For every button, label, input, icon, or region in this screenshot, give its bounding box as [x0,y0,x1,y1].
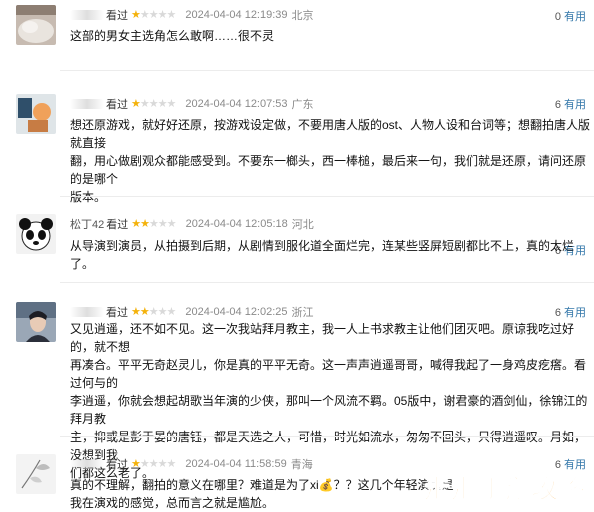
review-location: 青海 [290,459,313,471]
review-date: 2024-04-04 12:19:39 [185,9,288,21]
star-empty-icon: ★ [139,97,150,110]
review-content: 这部的男女主选角怎么敢啊……很不灵 [70,27,590,45]
watermark-logo: 走走手游攻略 [423,474,586,505]
review-content-line: 再凑合。平平无奇赵灵儿，你是真的平平无奇。这一声声逍遥哥哥，喊得我起了一身鸡皮疙… [70,358,587,390]
useful-button[interactable]: 有用 [564,307,586,319]
review-content: 从导演到演员，从拍摄到后期，从剧情到服化道全面烂完，连某些竖屏短剧都比不上，真的… [70,237,590,273]
star-rating: ★ ★ ★ ★ ★ [131,457,177,470]
star-filled-icon: ★ [131,305,141,318]
review-location: 河北 [291,219,314,231]
review-content-line: 李逍遥，你就会想起胡歌当年演的少侠，那叫一个风流不羁。05版中，谢君豪的酒剑仙，… [70,394,588,426]
useful-button[interactable]: 有用 [564,11,586,23]
star-empty-icon: ★ [166,97,177,110]
review-date: 2024-04-04 12:02:25 [185,306,288,318]
star-rating: ★ ★ ★ ★ ★ [131,217,177,230]
avatar[interactable] [16,454,56,494]
star-empty-icon: ★ [157,8,168,21]
username-blurred [70,459,104,469]
star-empty-icon: ★ [166,8,177,21]
avatar[interactable] [16,302,56,342]
review-location: 广东 [291,99,314,111]
review-item: 看过 ★ ★ ★ ★ ★ 2024-04-04 12:07:53 广东 6 有用 想还原游… [0,86,594,204]
avatar[interactable] [16,5,56,45]
review-content-line: 想还原游戏，就好好还原，按游戏设定做，不要用唐人版的ost、人物人设和台词等；想… [70,118,591,150]
username-blurred [70,307,104,317]
username-blurred [70,99,104,109]
divider [60,282,594,283]
review-location: 北京 [291,10,314,22]
review-meta: 看过 ★ ★ ★ ★ ★ 2024-04-04 12:07:53 广东 [70,96,314,112]
avatar[interactable] [16,94,56,134]
username-blurred [70,10,104,20]
useful-button[interactable]: 有用 [564,99,586,111]
divider [60,436,594,437]
watched-label: 看过 [106,219,129,231]
star-rating: ★ ★ ★ ★ ★ [131,8,177,21]
useful-count: 6 [554,307,561,319]
avatar[interactable] [16,214,56,254]
useful-vote[interactable]: 6 有用 [555,96,586,112]
star-empty-icon: ★ [157,457,168,470]
star-empty-icon: ★ [157,97,168,110]
divider [60,70,594,71]
review-item: 松丁42 看过 ★ ★ ★ ★ ★ 2024-04-04 12:05:18 河北 6 有用… [0,206,594,276]
review-content-line: 又见逍遥，还不如不见。这一次我站拜月教主，我一人上书求教主让他们团灭吧。原谅我吃… [70,322,575,354]
star-empty-icon: ★ [149,217,159,230]
review-content-line: 从导演到演员，从拍摄到后期，从剧情到服化道全面烂完，连某些竖屏短剧都比不上，真的… [70,239,575,271]
star-empty-icon: ★ [139,457,150,470]
star-rating: ★ ★ ★ ★ ★ [131,305,177,318]
useful-count: 6 [554,99,561,111]
review-location: 浙江 [291,307,314,319]
star-filled-icon: ★ [140,217,150,230]
star-empty-icon: ★ [166,457,177,470]
star-empty-icon: ★ [148,8,159,21]
review-content-line: 这部的男女主选角怎么敢啊……很不灵 [70,29,275,43]
star-filled-icon: ★ [131,97,141,110]
username[interactable]: 松丁42 [70,216,104,232]
star-filled-icon: ★ [131,8,141,21]
review-date: 2024-04-04 11:58:59 [185,458,287,470]
useful-vote[interactable]: 6 有用 [555,304,586,320]
review-meta: 松丁42 看过 ★ ★ ★ ★ ★ 2024-04-04 12:05:18 河北 [70,216,314,232]
useful-vote[interactable]: 0 有用 [555,8,586,24]
review-item: 看过 ★ ★ ★ ★ ★ 2024-04-04 12:19:39 北京 0 有用 这部的男… [0,0,594,68]
star-empty-icon: ★ [148,457,159,470]
star-rating: ★ ★ ★ ★ ★ [131,97,177,110]
review-date: 2024-04-04 12:05:18 [185,218,288,230]
watched-label: 看过 [106,99,128,111]
review-meta: 看过 ★ ★ ★ ★ ★ 2024-04-04 12:19:39 北京 [70,7,314,23]
review-meta: 看过 ★ ★ ★ ★ ★ 2024-04-04 12:02:25 浙江 [70,304,314,320]
star-empty-icon: ★ [157,217,168,230]
review-date: 2024-04-04 12:07:53 [185,98,288,110]
review-content-line: 版本。 [70,190,107,204]
review-meta: 看过 ★ ★ ★ ★ ★ 2024-04-04 11:58:59 青海 [70,456,313,472]
watched-label: 看过 [106,307,128,319]
star-empty-icon: ★ [148,305,159,318]
star-empty-icon: ★ [157,305,168,318]
review-content-line: 翻，用心做剧观众都能感受到。不要东一榔头，西一棒槌，最后来一句，我们就是还原，请… [70,154,587,186]
watched-label: 看过 [106,10,128,22]
star-empty-icon: ★ [166,217,177,230]
divider [60,196,594,197]
watched-label: 看过 [106,459,128,471]
review-content: 想还原游戏，就好好还原，按游戏设定做，不要用唐人版的ost、人物人设和台词等；想… [70,116,590,206]
star-filled-icon: ★ [131,457,141,470]
useful-count: 0 [554,11,561,23]
star-empty-icon: ★ [148,97,159,110]
star-empty-icon: ★ [166,305,177,318]
star-filled-icon: ★ [139,305,150,318]
star-filled-icon: ★ [131,217,141,230]
review-item: 看过 ★ ★ ★ ★ ★ 2024-04-04 12:02:25 浙江 6 有用 又见逍遥… [0,294,594,480]
star-empty-icon: ★ [139,8,150,21]
